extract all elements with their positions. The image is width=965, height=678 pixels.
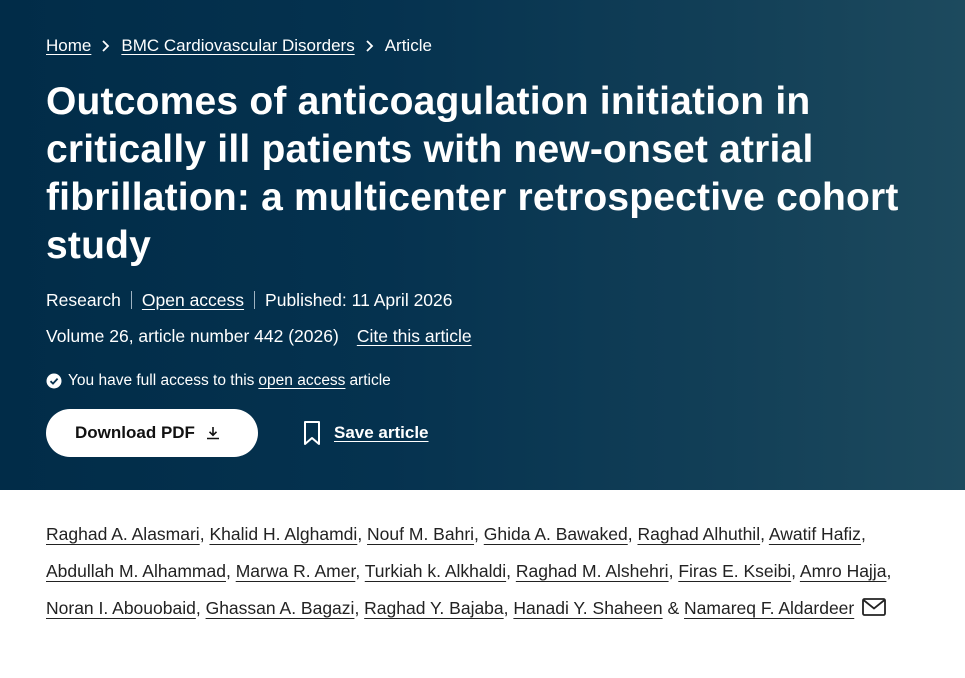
author-separator: , <box>195 598 206 618</box>
author-link[interactable]: Nouf M. Bahri <box>367 524 474 544</box>
breadcrumb-home-link[interactable]: Home <box>46 36 91 56</box>
download-pdf-label: Download PDF <box>75 423 195 442</box>
breadcrumb-current: Article <box>384 36 432 55</box>
mail-icon[interactable] <box>862 598 887 617</box>
author-link[interactable]: Raghad A. Alasmari <box>46 524 200 544</box>
author-separator: , <box>354 598 365 618</box>
author-separator: , <box>668 561 679 581</box>
author-separator: , <box>760 524 769 544</box>
author-separator: , <box>357 524 368 544</box>
published-date: Published: 11 April 2026 <box>265 289 453 310</box>
access-text-prefix: You have full access to this <box>68 372 255 389</box>
author-separator: & <box>662 598 685 618</box>
author-link[interactable]: Abdullah M. Alhammad <box>46 561 226 581</box>
bookmark-icon <box>302 420 322 446</box>
author-link[interactable]: Amro Hajja <box>800 561 887 581</box>
article-meta: Research Open access Published: 11 April… <box>46 288 919 312</box>
volume-info: Volume 26, article number 442 (2026) <box>46 325 339 346</box>
chevron-right-icon <box>101 40 111 52</box>
author-link[interactable]: Raghad Y. Bajaba <box>364 598 503 618</box>
author-link[interactable]: Raghad Alhuthil <box>637 524 760 544</box>
chevron-right-icon <box>365 40 375 52</box>
article-actions: Download PDF Save article <box>46 409 919 457</box>
author-link[interactable]: Firas E. Kseibi <box>678 561 791 581</box>
author-separator: , <box>506 561 516 581</box>
article-title: Outcomes of anticoagulation initiation i… <box>46 80 899 267</box>
author-separator: , <box>355 561 365 581</box>
cite-article-link[interactable]: Cite this article <box>357 326 472 347</box>
author-link[interactable]: Awatif Hafiz <box>769 524 861 544</box>
divider <box>130 291 132 309</box>
access-open-access-link[interactable]: open access <box>258 372 345 390</box>
author-link[interactable]: Hanadi Y. Shaheen <box>513 598 662 618</box>
download-pdf-button[interactable]: Download PDF <box>46 409 258 457</box>
author-link[interactable]: Namareq F. Aldardeer <box>684 598 854 618</box>
volume-line: Volume 26, article number 442 (2026) Cit… <box>46 324 919 348</box>
author-separator: , <box>199 524 210 544</box>
author-link[interactable]: Raghad M. Alshehri <box>516 561 669 581</box>
article-header: Home BMC Cardiovascular Disorders Articl… <box>0 0 965 490</box>
author-separator: , <box>503 598 514 618</box>
author-separator: , <box>791 561 800 581</box>
save-article-button[interactable]: Save article <box>302 420 429 446</box>
check-circle-icon <box>46 373 62 389</box>
article-type: Research <box>46 289 121 310</box>
access-notice: You have full access to this open access… <box>46 370 919 392</box>
author-link[interactable]: Turkiah k. Alkhaldi <box>365 561 506 581</box>
breadcrumb: Home BMC Cardiovascular Disorders Articl… <box>46 34 919 58</box>
access-text-suffix: article <box>349 372 391 389</box>
author-link[interactable]: Ghida A. Bawaked <box>484 524 628 544</box>
breadcrumb-journal-link[interactable]: BMC Cardiovascular Disorders <box>121 36 354 56</box>
author-separator: , <box>886 561 892 581</box>
author-link[interactable]: Noran I. Abouobaid <box>46 598 196 618</box>
author-separator: , <box>225 561 236 581</box>
divider <box>254 291 256 309</box>
author-list: Raghad A. Alasmari, Khalid H. Alghamdi, … <box>0 490 965 627</box>
author-link[interactable]: Marwa R. Amer <box>236 561 356 581</box>
download-icon <box>205 425 221 441</box>
author-separator: , <box>474 524 484 544</box>
author-separator: , <box>860 524 866 544</box>
author-link[interactable]: Ghassan A. Bagazi <box>206 598 355 618</box>
author-link[interactable]: Khalid H. Alghamdi <box>209 524 357 544</box>
save-article-label: Save article <box>334 423 429 442</box>
open-access-link[interactable]: Open access <box>142 290 244 311</box>
